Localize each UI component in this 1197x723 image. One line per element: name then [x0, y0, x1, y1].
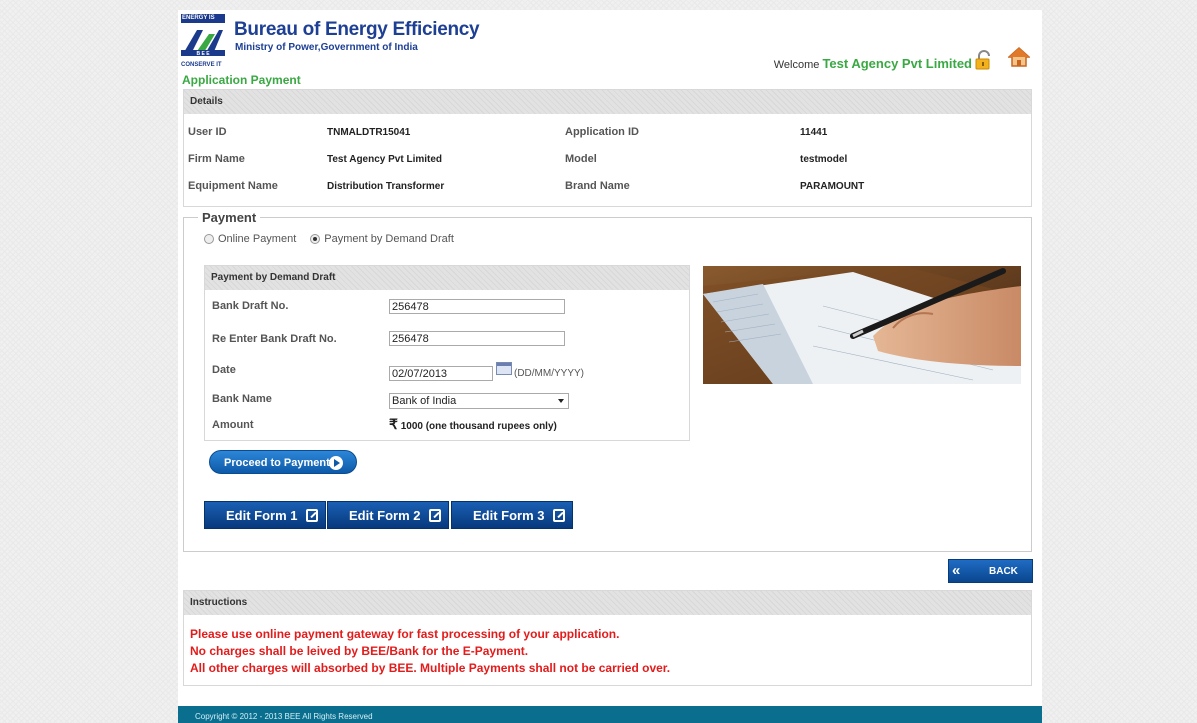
- edit-icon: [429, 509, 441, 522]
- edit-form-3-label: Edit Form 3: [473, 508, 545, 523]
- rupee-symbol: ₹: [389, 416, 398, 432]
- brand-name-label: Brand Name: [565, 180, 630, 192]
- model-value: testmodel: [800, 154, 848, 165]
- play-arrow-icon: [329, 456, 343, 470]
- cheque-signing-image: [703, 266, 1021, 384]
- instruction-line: No charges shall be leived by BEE/Bank f…: [190, 644, 529, 658]
- double-chevron-left-icon: «: [952, 562, 961, 579]
- user-name: Test Agency Pvt Limited: [822, 56, 972, 71]
- amount-label: Amount: [212, 419, 254, 431]
- bank-name-label: Bank Name: [212, 393, 272, 405]
- chevron-down-icon: [558, 399, 564, 403]
- bank-name-select[interactable]: Bank of India: [389, 393, 569, 409]
- payment-method-options: Online Payment Payment by Demand Draft: [204, 233, 454, 245]
- details-panel: Details User ID TNMALDTR15041 Applicatio…: [183, 89, 1032, 207]
- back-button[interactable]: « BACK: [948, 559, 1033, 583]
- instruction-line: All other charges will absorbed by BEE. …: [190, 661, 671, 675]
- payment-legend: Payment: [198, 210, 261, 225]
- edit-form-3-button[interactable]: Edit Form 3: [451, 501, 573, 529]
- date-input[interactable]: [389, 366, 493, 381]
- demand-draft-radio[interactable]: [310, 234, 321, 244]
- edit-form-1-button[interactable]: Edit Form 1: [204, 501, 326, 529]
- application-id-value: 11441: [800, 127, 828, 138]
- reenter-bank-draft-label: Re Enter Bank Draft No.: [212, 333, 337, 345]
- home-icon[interactable]: [1008, 46, 1030, 68]
- logo-emblem-icon: B E E: [181, 24, 225, 60]
- firm-name-value: Test Agency Pvt Limited: [327, 154, 443, 165]
- instruction-line: Please use online payment gateway for fa…: [190, 627, 620, 641]
- footer-copyright: Copyright © 2012 - 2013 BEE All Rights R…: [178, 706, 1042, 723]
- online-payment-radio[interactable]: [204, 234, 214, 244]
- calendar-icon[interactable]: [496, 362, 512, 375]
- brand-name-value: PARAMOUNT: [800, 181, 865, 192]
- date-label: Date: [212, 364, 236, 376]
- edit-icon: [306, 509, 318, 522]
- proceed-to-payment-button[interactable]: Proceed to Payment: [209, 450, 357, 474]
- proceed-label: Proceed to Payment: [224, 457, 330, 469]
- bank-name-selected: Bank of India: [392, 395, 457, 407]
- org-name: Bureau of Energy Efficiency: [234, 19, 480, 40]
- logout-lock-icon[interactable]: [974, 50, 994, 70]
- equipment-name-value: Distribution Transformer: [327, 181, 445, 192]
- model-label: Model: [565, 153, 597, 165]
- date-format-hint: (DD/MM/YYYY): [514, 368, 584, 379]
- back-label: BACK: [989, 566, 1018, 577]
- bank-draft-input[interactable]: [389, 299, 565, 314]
- edit-icon: [553, 509, 565, 522]
- user-id-label: User ID: [188, 126, 227, 138]
- page-title: Application Payment: [182, 73, 301, 87]
- svg-text:B E E: B E E: [196, 51, 210, 57]
- demand-draft-panel: Payment by Demand Draft Bank Draft No. R…: [204, 265, 690, 441]
- edit-form-2-label: Edit Form 2: [349, 508, 421, 523]
- bank-draft-label: Bank Draft No.: [212, 300, 289, 312]
- amount-value: ₹ 1000 (one thousand rupees only): [389, 416, 557, 433]
- welcome-prefix: Welcome: [773, 59, 820, 71]
- logo-tagline-top: ENERGY IS LIFE: [181, 14, 225, 30]
- user-id-value: TNMALDTR15041: [327, 127, 411, 138]
- online-payment-label[interactable]: Online Payment: [218, 233, 296, 245]
- welcome-text: Welcome Test Agency Pvt Limited: [774, 56, 972, 71]
- bee-logo: ENERGY IS LIFE B E E CONSERVE IT: [181, 14, 225, 70]
- header: ENERGY IS LIFE B E E CONSERVE IT Bureau …: [178, 10, 1042, 72]
- amount-text: 1000 (one thousand rupees only): [400, 421, 557, 432]
- equipment-name-label: Equipment Name: [188, 180, 278, 192]
- logo-tagline-bottom: CONSERVE IT: [181, 62, 222, 68]
- page-container: ENERGY IS LIFE B E E CONSERVE IT Bureau …: [178, 10, 1042, 723]
- instructions-panel: Instructions Please use online payment g…: [183, 590, 1032, 686]
- details-heading: Details: [184, 90, 1031, 114]
- demand-draft-heading: Payment by Demand Draft: [205, 266, 689, 290]
- reenter-bank-draft-input[interactable]: [389, 331, 565, 346]
- demand-draft-label[interactable]: Payment by Demand Draft: [324, 233, 454, 245]
- edit-form-1-label: Edit Form 1: [226, 508, 298, 523]
- firm-name-label: Firm Name: [188, 153, 245, 165]
- application-id-label: Application ID: [565, 126, 639, 138]
- org-subtitle: Ministry of Power,Government of India: [235, 42, 418, 53]
- edit-form-2-button[interactable]: Edit Form 2: [327, 501, 449, 529]
- instructions-heading: Instructions: [184, 591, 1031, 615]
- payment-fieldset: Payment Online Payment Payment by Demand…: [183, 210, 1032, 552]
